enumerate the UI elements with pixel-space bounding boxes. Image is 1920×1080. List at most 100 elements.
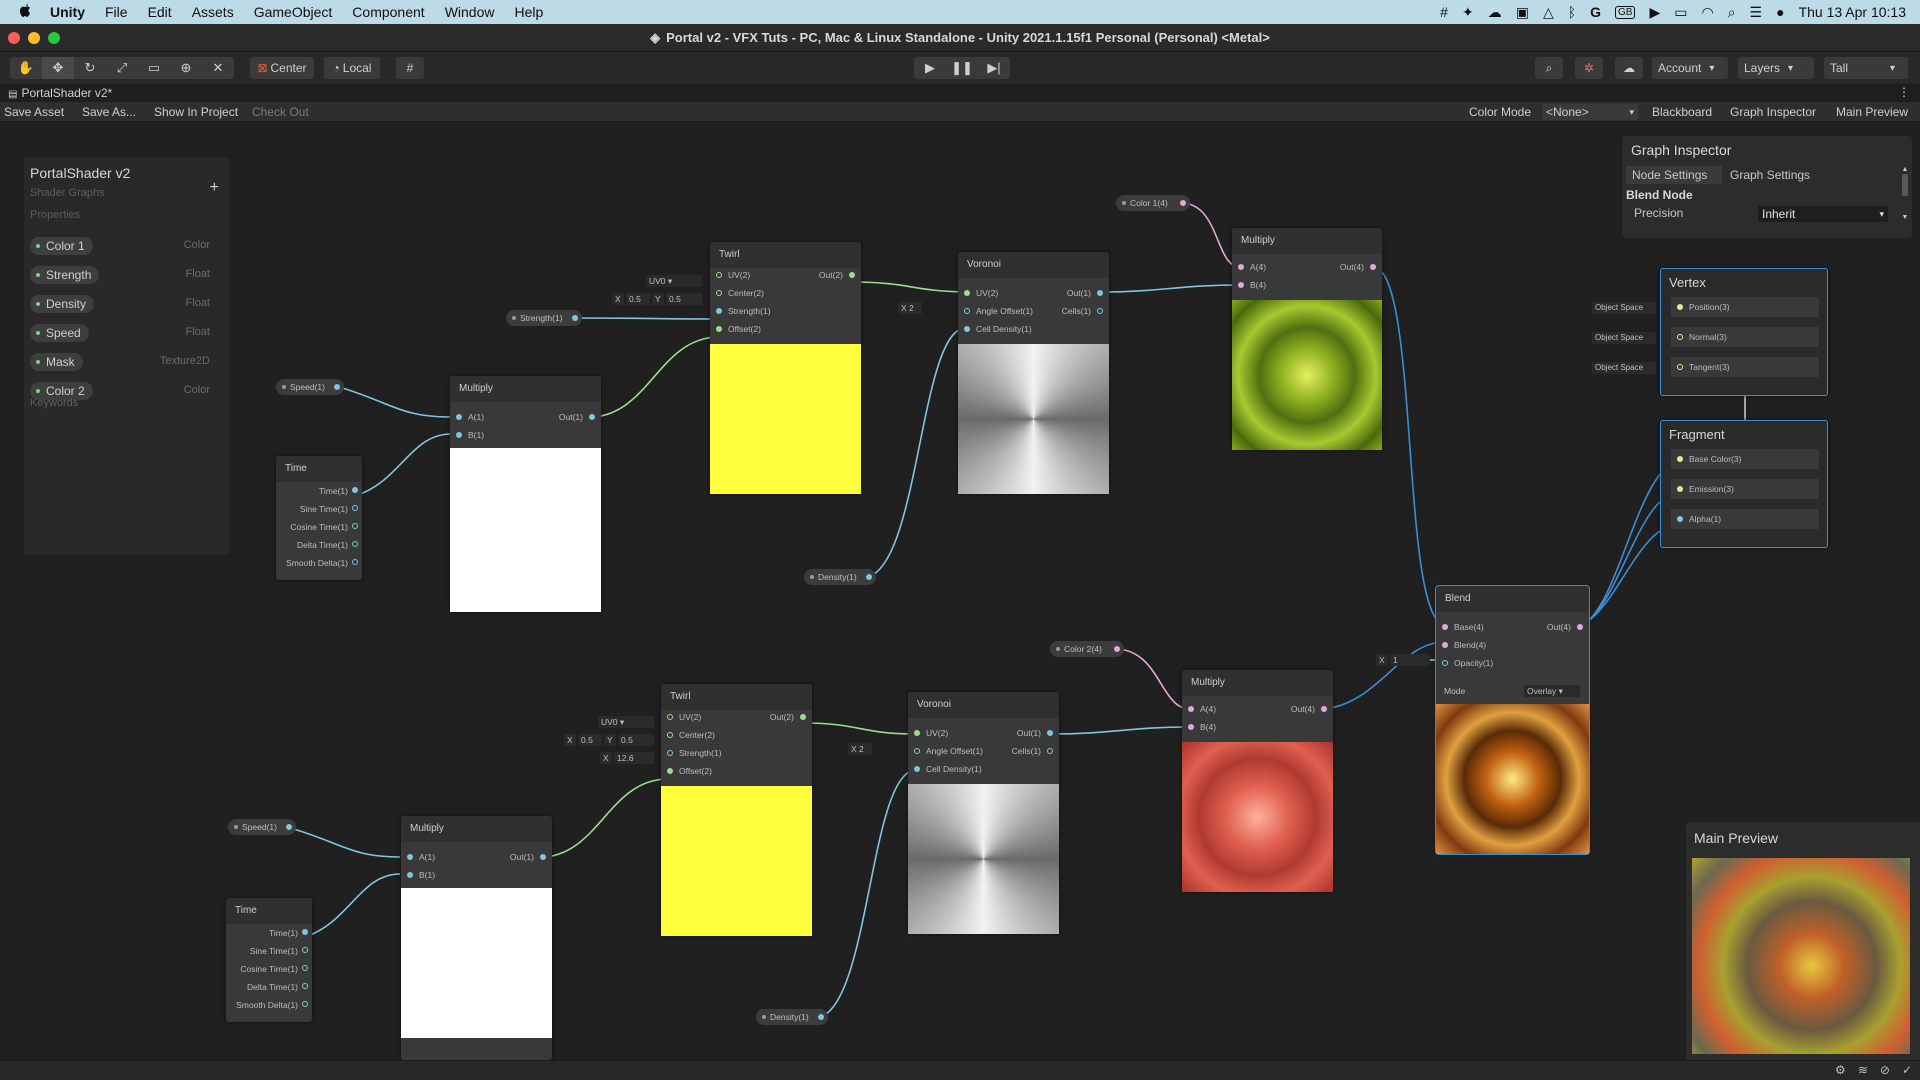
- layers-dropdown[interactable]: Layers: [1738, 57, 1814, 79]
- pause-button-icon[interactable]: ❚❚: [946, 57, 978, 79]
- menu-help[interactable]: Help: [514, 4, 543, 20]
- in-port-a[interactable]: [456, 414, 462, 420]
- twirl-node[interactable]: Twirl UV(2) Center(2) Strength(1) Offset…: [710, 242, 861, 494]
- pivot-local-button[interactable]: ◔ Local: [324, 57, 380, 79]
- hand-tool-icon[interactable]: ✋: [10, 57, 42, 79]
- in-port[interactable]: [1677, 486, 1683, 492]
- twirl-node-2[interactable]: Twirl UV(2) Center(2) Strength(1) Offset…: [661, 684, 812, 936]
- out-port[interactable]: [302, 965, 308, 971]
- property-row[interactable]: Density Float: [30, 295, 220, 313]
- main-preview-panel[interactable]: Main Preview: [1686, 822, 1920, 1060]
- in-port-strength[interactable]: [667, 750, 673, 756]
- in-port-opacity[interactable]: [1442, 660, 1448, 666]
- in-port-angle[interactable]: [964, 308, 970, 314]
- play-circle-icon[interactable]: ▶: [1649, 4, 1660, 21]
- in-port-offset[interactable]: [667, 768, 673, 774]
- close-window-button[interactable]: [8, 32, 20, 44]
- in-port-offset[interactable]: [716, 326, 722, 332]
- graph-inspector-toggle[interactable]: Graph Inspector: [1730, 104, 1816, 120]
- position-space[interactable]: Object Space: [1592, 302, 1656, 314]
- out-port[interactable]: [352, 505, 358, 511]
- color1-property-node[interactable]: Color 1(4): [1116, 195, 1190, 211]
- bug-icon[interactable]: ⚙: [1835, 1063, 1846, 1077]
- scale-tool-icon[interactable]: ⤢: [106, 57, 138, 79]
- center-x-field[interactable]: 0.5: [626, 293, 650, 305]
- in-port[interactable]: [1677, 304, 1683, 310]
- menu-component[interactable]: Component: [352, 4, 424, 20]
- menu-gameobject[interactable]: GameObject: [254, 4, 333, 20]
- strength2-field[interactable]: 12.6: [614, 752, 654, 764]
- in-port-a[interactable]: [1238, 264, 1244, 270]
- out-port[interactable]: [1097, 290, 1103, 296]
- shader-graph-tab[interactable]: ▤ PortalShader v2*: [8, 86, 112, 100]
- search-button[interactable]: ⌕: [1535, 57, 1563, 79]
- out-port[interactable]: [1114, 646, 1120, 652]
- drive-icon[interactable]: △: [1543, 4, 1554, 21]
- vertex-context[interactable]: Vertex Position(3) Normal(3) Tangent(3): [1660, 268, 1828, 396]
- minimize-window-button[interactable]: [28, 32, 40, 44]
- out-port[interactable]: [1321, 706, 1327, 712]
- in-port-uv[interactable]: [914, 730, 920, 736]
- opacity-field[interactable]: 1: [1390, 654, 1430, 666]
- out-port[interactable]: [866, 574, 872, 580]
- menu-assets[interactable]: Assets: [192, 4, 234, 20]
- in-port-uv[interactable]: [964, 290, 970, 296]
- precision-dropdown[interactable]: Inherit ▾: [1758, 206, 1888, 222]
- main-preview-toggle[interactable]: Main Preview: [1836, 104, 1908, 120]
- out-port[interactable]: [1180, 200, 1186, 206]
- in-port-density[interactable]: [964, 326, 970, 332]
- in-port-angle[interactable]: [914, 748, 920, 754]
- tab-graph-settings[interactable]: Graph Settings: [1730, 166, 1810, 184]
- in-port-b[interactable]: [456, 432, 462, 438]
- google-icon[interactable]: G: [1590, 4, 1601, 20]
- in-port[interactable]: [1677, 516, 1683, 522]
- play-button-icon[interactable]: ▶: [914, 57, 946, 79]
- out-port[interactable]: [1097, 308, 1103, 314]
- maximize-window-button[interactable]: [48, 32, 60, 44]
- voronoi-node[interactable]: Voronoi UV(2) Angle Offset(1) Cell Densi…: [958, 252, 1109, 494]
- out-port[interactable]: [818, 1014, 824, 1020]
- out-port[interactable]: [352, 487, 358, 493]
- in-port-center[interactable]: [667, 732, 673, 738]
- show-in-project-button[interactable]: Show In Project: [154, 104, 238, 120]
- collab-button[interactable]: ✲: [1575, 57, 1603, 79]
- rotate-tool-icon[interactable]: ↻: [74, 57, 106, 79]
- out-port[interactable]: [352, 559, 358, 565]
- out-port[interactable]: [1047, 730, 1053, 736]
- scroll-up-icon[interactable]: ▲: [1901, 166, 1909, 173]
- step-button-icon[interactable]: ▶|: [978, 57, 1010, 79]
- control-center-icon[interactable]: ☰: [1750, 4, 1763, 21]
- multiply-node[interactable]: Multiply A(1) B(1) Out(1): [450, 376, 601, 612]
- graph-canvas[interactable]: PortalShader v2 Shader Graphs + Properti…: [0, 122, 1920, 1060]
- out-port[interactable]: [540, 854, 546, 860]
- out-port[interactable]: [1047, 748, 1053, 754]
- multiply-node-top[interactable]: Multiply A(4) B(4) Out(4): [1232, 228, 1382, 450]
- cache-icon[interactable]: ⊘: [1880, 1063, 1890, 1077]
- save-asset-button[interactable]: Save Asset: [4, 104, 64, 120]
- add-property-button[interactable]: +: [210, 179, 219, 197]
- check-out-button[interactable]: Check Out: [252, 104, 309, 120]
- rect-tool-icon[interactable]: ▭: [138, 57, 170, 79]
- vertex-block-tangent[interactable]: Tangent(3): [1671, 357, 1819, 377]
- out-port[interactable]: [302, 983, 308, 989]
- hash-icon[interactable]: #: [1440, 4, 1448, 20]
- in-port-blend[interactable]: [1442, 642, 1448, 648]
- center-y-field[interactable]: 0.5: [666, 293, 702, 305]
- wifi-icon[interactable]: ◠: [1701, 4, 1713, 21]
- density-property-node-2[interactable]: Density(1): [756, 1009, 828, 1025]
- out-port[interactable]: [302, 1001, 308, 1007]
- grid-snap-button[interactable]: #: [396, 57, 424, 79]
- out-port[interactable]: [572, 315, 578, 321]
- cloud-icon[interactable]: ☁: [1488, 4, 1502, 21]
- strength-property-node[interactable]: Strength(1): [506, 310, 582, 326]
- cloud-button[interactable]: ☁: [1615, 57, 1643, 79]
- battery-icon[interactable]: ▭: [1674, 4, 1687, 21]
- out-port[interactable]: [286, 824, 292, 830]
- in-port[interactable]: [1677, 334, 1683, 340]
- vertex-block-normal[interactable]: Normal(3): [1671, 327, 1819, 347]
- time-node[interactable]: Time Time(1) Sine Time(1) Cosine Time(1)…: [276, 456, 362, 580]
- tangent-space[interactable]: Object Space: [1592, 362, 1656, 374]
- speed-property-node-2[interactable]: Speed(1): [228, 819, 296, 835]
- tab-node-settings[interactable]: Node Settings: [1626, 166, 1722, 184]
- multiply-node-2[interactable]: Multiply A(1) B(1) Out(1): [401, 816, 552, 1060]
